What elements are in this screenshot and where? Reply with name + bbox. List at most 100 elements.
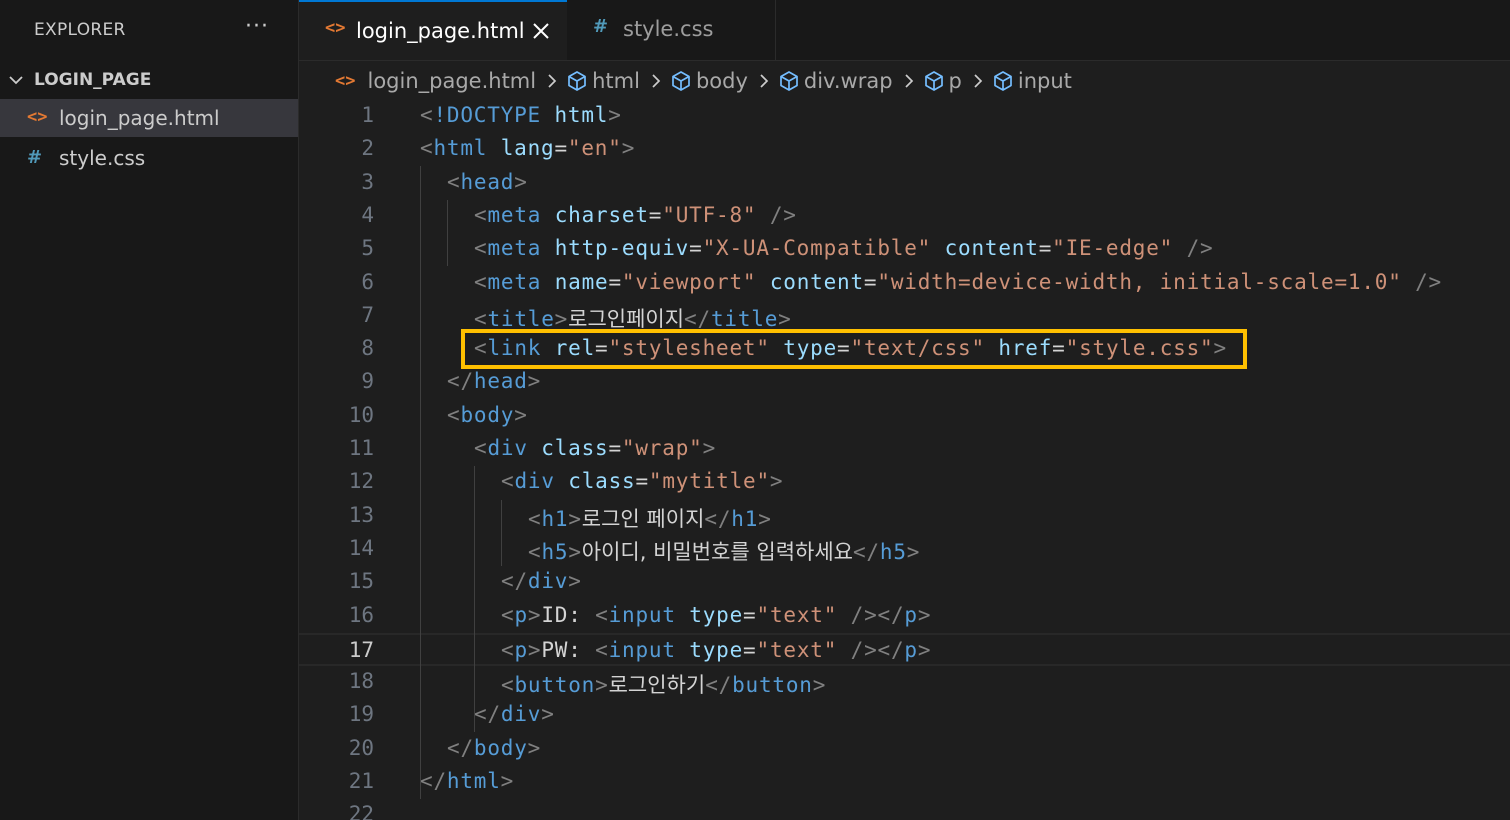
code-text: <body> [447,402,528,427]
html-file-icon: <> [27,107,48,127]
chevron-right-icon [652,74,661,88]
code-line[interactable]: 1 <!DOCTYPE html> [299,100,1510,133]
breadcrumb-item[interactable]: p [923,69,962,93]
code-text: <html lang="en"> [420,136,636,161]
code-line[interactable]: 20 </body> [299,733,1510,766]
line-number: 20 [348,735,374,760]
line-number: 15 [348,569,374,594]
code-line[interactable]: 21 </html> [299,766,1510,799]
breadcrumb-item[interactable]: div.wrap [778,69,893,93]
line-number: 22 [348,802,374,820]
code-line[interactable]: 3 <head> [299,167,1510,200]
code-line[interactable]: 15 </div> [299,566,1510,599]
code-line[interactable]: 12 <div class="mytitle"> [299,466,1510,499]
code-line[interactable]: 5 <meta http-equiv="X-UA-Compatible" cont… [299,233,1510,266]
code-text: <meta http-equiv="X-UA-Compatible" conte… [474,236,1214,261]
code-line[interactable]: 11 <div class="wrap"> [299,433,1510,466]
code-line[interactable]: 14 <h5>아이디, 비밀번호를 입력하세요</h5> [299,533,1510,566]
line-number: 8 [361,336,374,361]
code-line[interactable]: 2 <html lang="en"> [299,133,1510,166]
code-line[interactable]: 6 <meta name="viewport" content="width=de… [299,267,1510,300]
code-line[interactable]: 13 <h1>로그인 페이지</h1> [299,500,1510,533]
breadcrumb-item[interactable]: body [670,69,748,93]
code-line[interactable]: 16 <p>ID: <input type="text" /></p> [299,600,1510,633]
code-line[interactable]: 19 </div> [299,699,1510,732]
code-text: <button>로그인하기</button> [501,673,827,698]
chevron-right-icon [904,74,913,88]
chevron-right-icon [760,74,769,88]
code-text: </body> [447,735,542,760]
code-text: <meta name="viewport" content="width=dev… [474,269,1442,294]
code-text: <p>ID: <input type="text" /></p> [501,602,932,627]
code-text: <h5>아이디, 비밀번호를 입력하세요</h5> [528,539,921,564]
breadcrumb-item[interactable]: input [992,69,1072,93]
indent-guide [501,500,502,566]
code-text: <title>로그인페이지</title> [474,306,792,331]
code-text: </head> [447,369,542,394]
line-number: 10 [348,402,374,427]
line-number: 13 [348,502,374,527]
folder-login-page[interactable]: LOGIN_PAGE [0,66,298,96]
code-line[interactable]: 10 <body> [299,400,1510,433]
css-file-icon: # [593,16,609,37]
file-item-style-css[interactable]: # style.css [0,139,298,177]
indent-guide [420,166,421,799]
line-number: 4 [361,202,374,227]
code-line[interactable]: 18 <button>로그인하기</button> [299,666,1510,699]
code-text: <p>PW: <input type="text" /></p> [501,637,932,662]
code-line[interactable]: 17 <p>PW: <input type="text" /></p> [299,632,1510,666]
code-editor[interactable]: 1 <!DOCTYPE html> 2 <html lang="en"> 3 <head>… [299,100,1510,820]
line-number: 21 [348,769,374,793]
code-text: <!DOCTYPE html> [420,103,622,127]
line-number: 7 [361,302,374,327]
chevron-down-icon [9,76,23,85]
code-text: <head> [447,169,528,194]
indent-guide [447,200,448,266]
close-icon[interactable] [532,22,550,40]
code-line[interactable]: 9 </head> [299,366,1510,399]
editor-tab-bar: <> login_page.html # style.css [299,0,1510,61]
breadcrumb-item-label: input [1017,69,1072,93]
code-text: <meta charset="UTF-8" /> [474,202,797,227]
line-number: 12 [348,469,374,494]
symbol-cube-icon [780,71,798,91]
html-file-icon: <> [335,71,356,91]
explorer-title: EXPLORER [34,20,126,40]
breadcrumb-item-label: div.wrap [803,69,893,93]
code-text: </div> [474,702,555,727]
breadcrumb-item-label: html [592,69,640,93]
code-text: <h1>로그인 페이지</h1> [528,506,772,531]
css-file-icon: # [27,147,43,168]
line-number: 1 [361,103,374,127]
breadcrumb-item-label: p [948,69,962,93]
chevron-right-icon [548,74,557,88]
code-text: <div class="wrap"> [474,436,717,460]
more-horizontal-icon[interactable]: ··· [245,14,269,39]
line-number: 11 [348,436,374,460]
symbol-cube-icon [568,71,586,91]
explorer-sidebar: EXPLORER ··· LOGIN_PAGE <> login_page.ht… [0,0,299,820]
file-name: login_page.html [59,106,220,130]
line-number: 16 [348,602,374,627]
symbol-cube-icon [924,71,943,91]
folder-name: LOGIN_PAGE [34,70,152,90]
tab-label: login_page.html [356,19,525,43]
file-item-login-page-html[interactable]: <> login_page.html [0,99,298,137]
tab-login-page-html[interactable]: <> login_page.html [299,0,567,60]
line-number: 6 [361,269,374,294]
code-line[interactable]: 22 [299,799,1510,820]
breadcrumb-file[interactable]: <> login_page.html [335,69,536,93]
tab-style-css[interactable]: # style.css [567,0,776,60]
line-number: 9 [361,369,374,394]
code-line[interactable]: 4 <meta charset="UTF-8" /> [299,200,1510,233]
code-text: </html> [420,769,515,793]
code-line[interactable]: 7 <title>로그인페이지</title> [299,300,1510,333]
line-number: 2 [361,136,374,161]
code-line[interactable]: 8 <link rel="stylesheet" type="text/css" … [299,333,1510,366]
breadcrumb-file-label: login_page.html [367,69,537,93]
breadcrumb: <> login_page.html html body div.wrap p inpu… [335,66,1072,96]
chevron-right-icon [974,74,983,88]
breadcrumb-item[interactable]: html [566,69,640,93]
breadcrumb-items: html body div.wrap p input [536,69,1072,93]
symbol-cube-icon [994,71,1012,91]
